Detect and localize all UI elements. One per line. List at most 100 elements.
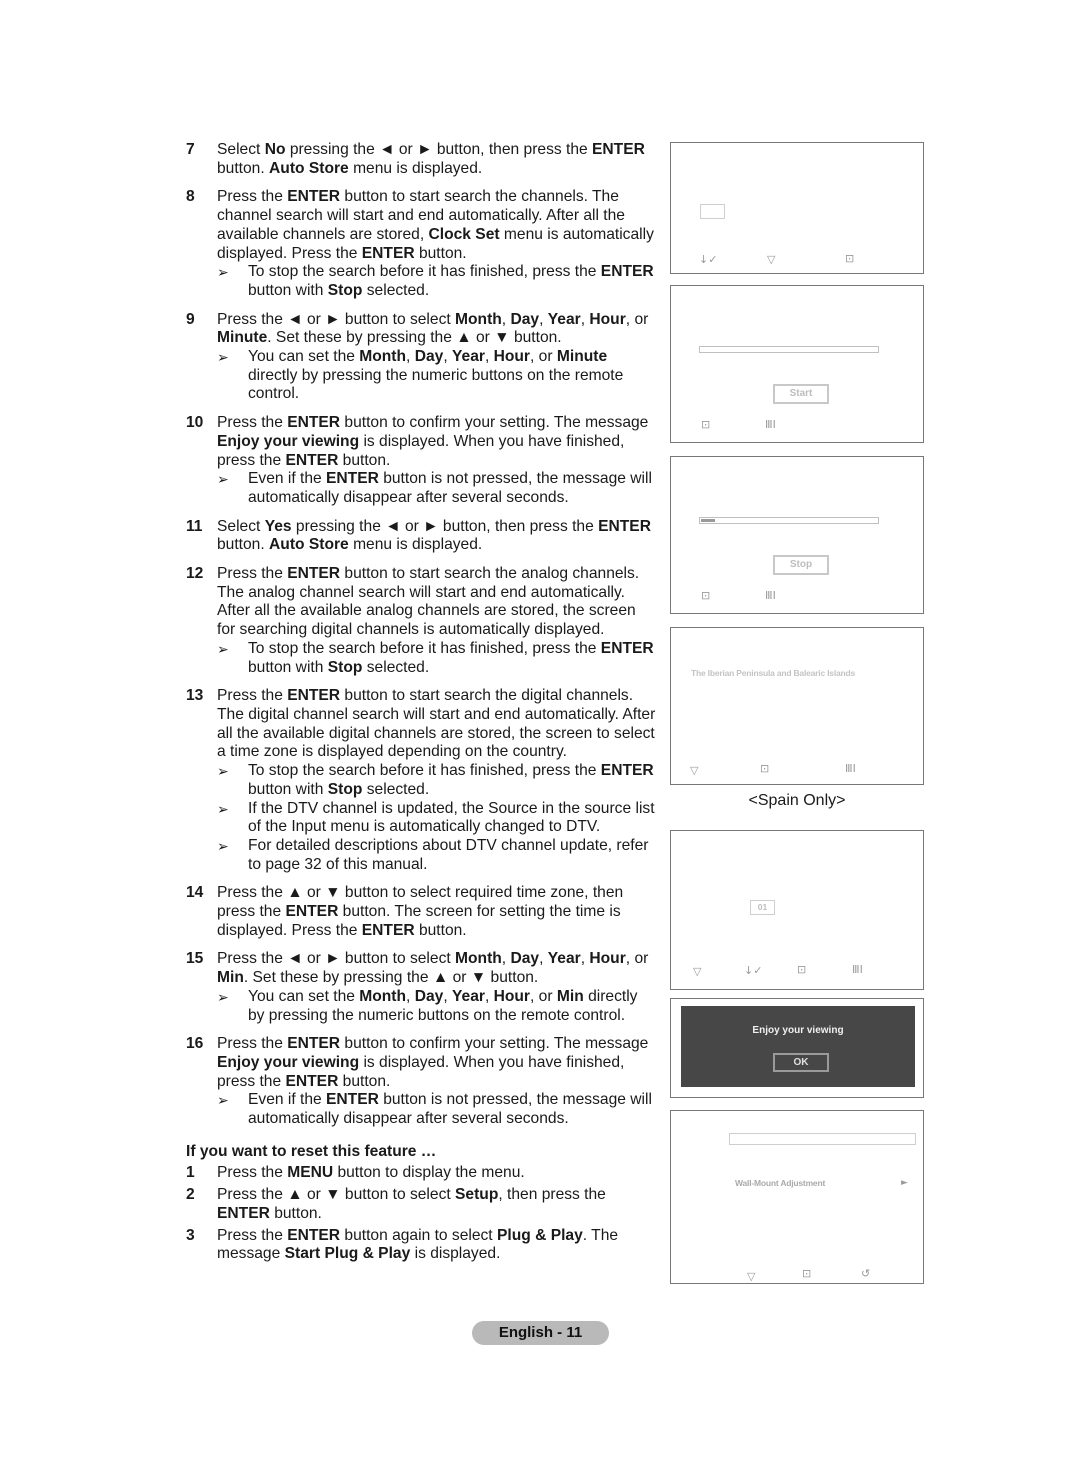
step-text: Press the ◄ or ► button to select Month,… — [217, 310, 649, 347]
emphasis: Day — [510, 950, 540, 968]
step-11: 11 Select Yes pressing the ◄ or ► button,… — [186, 518, 656, 555]
step-12: 12 Press the ENTER button to start search… — [186, 565, 656, 677]
step-10: 10 Press the ENTER button to confirm your… — [186, 414, 656, 508]
step-text: Press the ENTER button to start search t… — [217, 565, 640, 639]
spain-only-caption: <Spain Only> — [748, 792, 846, 809]
step-note: ➢ To stop the search before it has finish… — [217, 762, 654, 798]
emphasis: Day — [414, 987, 444, 1005]
emphasis: ENTER — [600, 263, 654, 281]
emphasis: ENTER — [326, 1091, 379, 1109]
emphasis: Enjoy your viewing — [217, 432, 360, 450]
step-number: 14 — [186, 884, 204, 902]
emphasis: Min — [556, 987, 584, 1005]
note-arrow-icon: ➢ — [217, 837, 229, 854]
emphasis: Hour — [493, 987, 531, 1005]
step-note: ➢ Even if the ENTER button is not pressed… — [217, 1091, 652, 1128]
reset-icon: ↺ — [861, 1267, 871, 1280]
step-8: 8 Press the ENTER button to start search … — [186, 188, 656, 300]
emphasis: ENTER — [285, 1072, 339, 1090]
enter-icon: ⊡ — [701, 589, 711, 602]
return-icon: ⅢⅠ — [765, 589, 776, 602]
emphasis: Year — [451, 987, 485, 1005]
emphasis: MENU — [287, 1164, 334, 1182]
screen-time-zone: The Iberian Peninsula and Balearic Islan… — [670, 627, 924, 785]
enter-icon: ⊡ — [845, 252, 855, 265]
note-arrow-icon: ➢ — [217, 640, 229, 657]
emphasis: Hour — [589, 950, 626, 968]
search-progress-bar — [699, 346, 879, 353]
step-7: 7 Select No pressing the ◄ or ► button, t… — [186, 141, 656, 178]
adjust-icon: ▽ — [690, 764, 699, 777]
screen-analog-searching: Stop ⊡ ⅢⅠ — [670, 456, 924, 614]
step-text: Press the ENTER button to confirm your s… — [217, 414, 649, 469]
emphasis: Yes — [264, 517, 292, 535]
step-text: Press the ENTER button to confirm your s… — [217, 1035, 649, 1090]
step-number: 11 — [186, 517, 203, 535]
step-number: 13 — [186, 687, 204, 705]
reset-step-1: 1 Press the MENU button to display the me… — [186, 1164, 525, 1182]
screen-analog-search: Start ⊡ ⅢⅠ — [670, 285, 924, 443]
enter-icon: ⊡ — [802, 1267, 812, 1280]
emphasis: ENTER — [361, 244, 415, 262]
emphasis: ENTER — [361, 921, 415, 939]
emphasis: Enjoy your viewing — [217, 1053, 360, 1071]
instructions-column: 7 Select No pressing the ◄ or ► button, t… — [186, 141, 656, 1267]
step-text: Select Yes pressing the ◄ or ► button, t… — [217, 517, 651, 554]
step-note: ➢ To stop the search before it has finish… — [217, 639, 654, 676]
emphasis: Auto Store — [269, 536, 349, 554]
progress-fill — [701, 519, 716, 522]
step-note: ➢ If the DTV channel is updated, the Sour… — [217, 799, 655, 836]
clock-value-field[interactable]: 01 — [750, 900, 775, 915]
emphasis: Stop — [327, 780, 363, 798]
emphasis: ENTER — [217, 1204, 270, 1222]
emphasis: Min — [217, 969, 244, 987]
menu-field — [729, 1133, 916, 1145]
emphasis: ENTER — [592, 141, 645, 158]
emphasis: ENTER — [287, 188, 341, 206]
step-text: Press the ENTER button to start search t… — [217, 687, 656, 761]
reset-section-title: If you want to reset this feature … — [186, 1142, 437, 1160]
step-number: 7 — [186, 141, 195, 158]
emphasis: Auto Store — [269, 159, 349, 177]
enter-icon: ⊡ — [760, 762, 770, 775]
emphasis: ENTER — [287, 414, 341, 432]
start-button[interactable]: Start — [773, 384, 829, 404]
move-icon: ↓✓ — [699, 253, 718, 266]
emphasis: ENTER — [287, 687, 341, 705]
emphasis: Year — [547, 950, 581, 968]
screen-auto-store-prompt: ↓✓ ▽ ⊡ — [670, 142, 924, 274]
emphasis: ENTER — [598, 517, 651, 535]
emphasis: Setup — [455, 1186, 499, 1204]
emphasis: Hour — [493, 348, 531, 366]
reset-step-2: 2 Press the ▲ or ▼ button to select Setup… — [186, 1186, 606, 1222]
adjust-icon: ▽ — [693, 965, 702, 978]
emphasis: Clock Set — [428, 225, 500, 243]
step-9: 9 Press the ◄ or ► button to select Month… — [186, 311, 656, 405]
step-number: 9 — [186, 310, 195, 328]
step-number: 2 — [186, 1186, 195, 1204]
stop-button[interactable]: Stop — [773, 555, 829, 575]
note-arrow-icon: ➢ — [217, 471, 229, 488]
move-icon: ↓✓ — [744, 964, 763, 977]
emphasis: Month — [455, 950, 502, 968]
step-text: Press the ◄ or ► button to select Month,… — [217, 950, 649, 987]
note-arrow-icon: ➢ — [217, 988, 229, 1005]
wall-mount-adjustment-item[interactable]: Wall-Mount Adjustment — [735, 1178, 825, 1188]
step-note: ➢ For detailed descriptions about DTV cha… — [217, 836, 649, 873]
emphasis: Minute — [217, 329, 268, 347]
step-15: 15 Press the ◄ or ► button to select Mont… — [186, 950, 656, 1025]
time-zone-item[interactable]: The Iberian Peninsula and Balearic Islan… — [691, 668, 855, 678]
note-arrow-icon: ➢ — [217, 800, 229, 817]
ok-button[interactable]: OK — [773, 1053, 829, 1072]
step-16: 16 Press the ENTER button to confirm your… — [186, 1035, 656, 1129]
enter-icon: ⊡ — [797, 963, 807, 976]
adjust-icon: ▽ — [747, 1270, 756, 1283]
step-note: ➢ To stop the search before it has finish… — [217, 263, 654, 299]
emphasis: ENTER — [285, 903, 339, 921]
emphasis: Year — [547, 310, 581, 328]
step-note: ➢ Even if the ENTER button is not pressed… — [217, 470, 652, 506]
emphasis: Month — [359, 987, 407, 1005]
emphasis: ENTER — [285, 451, 339, 469]
emphasis: ENTER — [287, 565, 341, 583]
step-number: 8 — [186, 188, 195, 206]
